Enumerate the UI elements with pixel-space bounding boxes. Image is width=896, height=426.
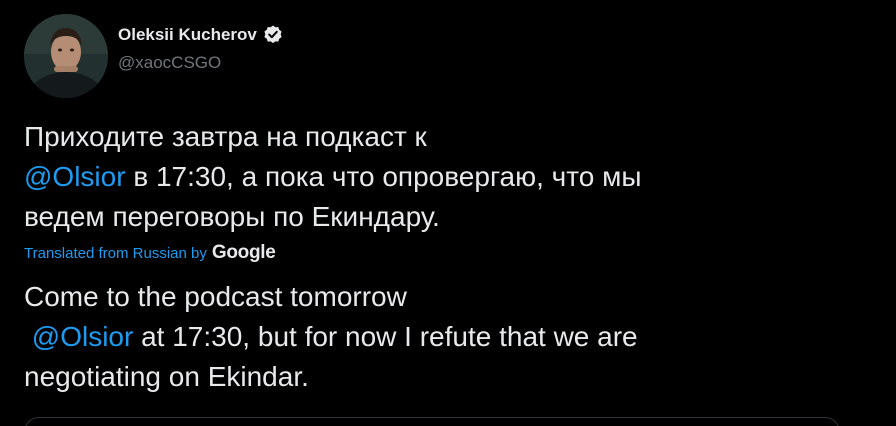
handle[interactable]: @xaocCSGO — [118, 53, 221, 73]
tweet: Oleksii Kucherov @xaocCSGO Приходите зав… — [0, 0, 896, 426]
quote-card[interactable] — [24, 417, 840, 426]
translated-label: Translated from Russian by — [24, 245, 207, 262]
display-name[interactable]: Oleksii Kucherov — [118, 24, 284, 46]
translation-text: Come to the podcast tomorrow @Olsior at … — [24, 277, 874, 397]
mention-link[interactable]: @Olsior — [24, 161, 126, 192]
tweet-line-2: @Olsior в 17:30, а пока что опровергаю, … — [24, 157, 874, 197]
avatar[interactable] — [24, 14, 108, 98]
translated-attribution[interactable]: Translated from Russian by Google — [24, 242, 276, 264]
tweet-line-3: ведем переговоры по Екиндару. — [24, 201, 440, 232]
tweet-text: Приходите завтра на подкаст к @Olsior в … — [24, 117, 874, 237]
display-name-text: Oleksii Kucherov — [118, 25, 257, 44]
translation-line-2-text: at 17:30, but for now I refute that we a… — [133, 321, 638, 352]
translation-mention-link[interactable]: @Olsior — [32, 321, 134, 352]
translation-line-1: Come to the podcast tomorrow — [24, 281, 407, 312]
translation-line-2-prefix — [24, 321, 32, 352]
verified-badge-icon — [262, 24, 284, 46]
tweet-line-1: Приходите завтра на подкаст к — [24, 121, 427, 152]
tweet-line-2-text: в 17:30, а пока что опровергаю, что мы — [125, 161, 642, 192]
translation-line-3: negotiating on Ekindar. — [24, 361, 309, 392]
google-logo: Google — [211, 242, 276, 263]
translation-line-2: @Olsior at 17:30, but for now I refute t… — [24, 317, 874, 357]
